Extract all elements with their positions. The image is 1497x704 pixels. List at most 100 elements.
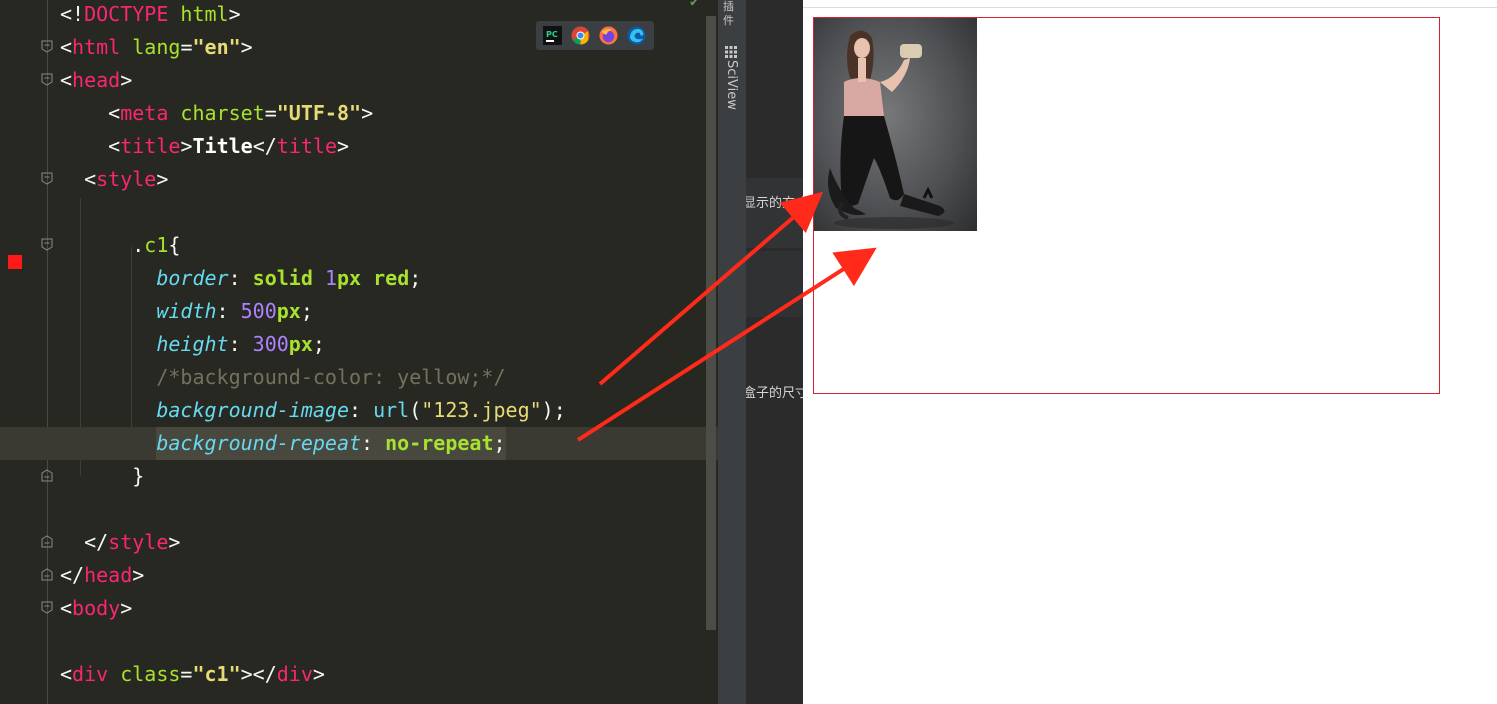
- code-token: style: [96, 167, 157, 191]
- code-token: div: [72, 662, 109, 686]
- code-line[interactable]: [0, 196, 718, 229]
- code-token: "123.jpeg": [421, 398, 542, 422]
- code-text: </head>: [60, 559, 144, 592]
- code-token: =: [180, 662, 193, 686]
- code-text: }: [60, 460, 144, 493]
- fold-marker-icon[interactable]: [41, 601, 53, 614]
- code-line[interactable]: background-repeat: no-repeat;: [0, 427, 718, 460]
- code-token: (: [409, 398, 422, 422]
- code-text: <body>: [60, 592, 132, 625]
- code-line[interactable]: /*background-color: yellow;*/: [0, 361, 718, 394]
- fold-marker-icon[interactable]: [41, 535, 53, 548]
- code-token: title: [120, 134, 181, 158]
- code-token: </: [60, 530, 109, 554]
- code-token: =: [264, 101, 277, 125]
- code-token: no-repeat: [385, 431, 494, 455]
- code-token: html: [72, 35, 121, 59]
- code-token: Title: [192, 134, 253, 158]
- code-line[interactable]: <div class="c1"></div>: [0, 658, 718, 691]
- code-token: body: [72, 596, 121, 620]
- document-peek-column: 显示的方式 盒子的尺寸: [746, 0, 803, 704]
- fold-marker-icon[interactable]: [41, 469, 53, 482]
- code-token: ;: [312, 332, 325, 356]
- code-line[interactable]: </head>: [0, 559, 718, 592]
- code-line[interactable]: width: 500px;: [0, 295, 718, 328]
- code-line[interactable]: .c1{: [0, 229, 718, 262]
- code-token: <: [60, 35, 73, 59]
- code-token: title: [276, 134, 338, 158]
- code-text: background-image: url("123.jpeg");: [60, 394, 565, 427]
- code-token: ></: [240, 662, 277, 686]
- peek-band: [746, 251, 803, 317]
- code-token: div: [276, 662, 313, 686]
- code-token: head: [72, 68, 121, 92]
- svg-text:PC: PC: [546, 30, 558, 39]
- code-line[interactable]: background-image: url("123.jpeg");: [0, 394, 718, 427]
- code-text: border: solid 1px red;: [60, 262, 421, 295]
- code-line[interactable]: }: [0, 460, 718, 493]
- code-line[interactable]: <title>Title</title>: [0, 130, 718, 163]
- code-token: >: [168, 530, 181, 554]
- code-line[interactable]: height: 300px;: [0, 328, 718, 361]
- code-token: :: [228, 332, 253, 356]
- code-token: <: [60, 134, 121, 158]
- fold-marker-icon[interactable]: [41, 73, 53, 86]
- pycharm-icon[interactable]: PC: [543, 26, 562, 45]
- c1-div-box: [813, 17, 1440, 394]
- code-token: >: [312, 662, 325, 686]
- code-text: <html lang="en">: [60, 31, 253, 64]
- code-token: </: [252, 134, 277, 158]
- sciview-grid-icon[interactable]: [725, 43, 737, 58]
- code-line[interactable]: <meta charset="UTF-8">: [0, 97, 718, 130]
- code-text: width: 500px;: [60, 295, 313, 328]
- code-token: "en": [192, 35, 241, 59]
- code-line[interactable]: <body>: [0, 592, 718, 625]
- code-text: .c1{: [60, 229, 180, 262]
- sciview-tab-label[interactable]: SciView: [724, 60, 739, 110]
- code-line[interactable]: <style>: [0, 163, 718, 196]
- code-token: "c1": [192, 662, 241, 686]
- code-line[interactable]: [0, 625, 718, 658]
- code-line[interactable]: </style>: [0, 526, 718, 559]
- code-token: DOCTYPE: [84, 2, 169, 26]
- code-line[interactable]: border: solid 1px red;: [0, 262, 718, 295]
- selection-highlight: background-repeat: no-repeat;: [156, 427, 506, 460]
- code-token: .: [132, 233, 145, 257]
- code-token: charset: [168, 101, 265, 125]
- code-token: :: [216, 299, 241, 323]
- code-token: height: [156, 332, 229, 356]
- code-token: <: [60, 662, 73, 686]
- code-token: >: [120, 596, 133, 620]
- code-token: <: [60, 596, 73, 620]
- code-token: >: [156, 167, 169, 191]
- fold-marker-icon[interactable]: [41, 568, 53, 581]
- code-token: :: [348, 398, 374, 422]
- code-token: border: [156, 266, 229, 290]
- code-text: <style>: [60, 163, 168, 196]
- code-line[interactable]: <head>: [0, 64, 718, 97]
- plugin-tab-label[interactable]: 插件: [723, 0, 739, 27]
- code-text: height: 300px;: [60, 328, 325, 361]
- fold-marker-icon[interactable]: [41, 238, 53, 251]
- code-token: url: [373, 398, 410, 422]
- code-token: ;: [493, 431, 506, 455]
- code-text: <head>: [60, 64, 132, 97]
- code-text: <meta charset="UTF-8">: [60, 97, 373, 130]
- firefox-icon[interactable]: [599, 26, 618, 45]
- background-photo: [814, 18, 977, 231]
- editor-scrollbar[interactable]: [706, 16, 716, 630]
- edge-icon[interactable]: [627, 26, 646, 45]
- code-token: >: [180, 134, 193, 158]
- fold-marker-icon[interactable]: [41, 172, 53, 185]
- code-token: 300: [252, 332, 289, 356]
- code-editor[interactable]: <!DOCTYPE html> <html lang="en"> <head> <m…: [0, 0, 718, 704]
- code-token: class: [108, 662, 181, 686]
- fold-marker-icon[interactable]: [41, 40, 53, 53]
- code-line[interactable]: [0, 493, 718, 526]
- chrome-icon[interactable]: [571, 26, 590, 45]
- breakpoint-marker[interactable]: [8, 255, 22, 269]
